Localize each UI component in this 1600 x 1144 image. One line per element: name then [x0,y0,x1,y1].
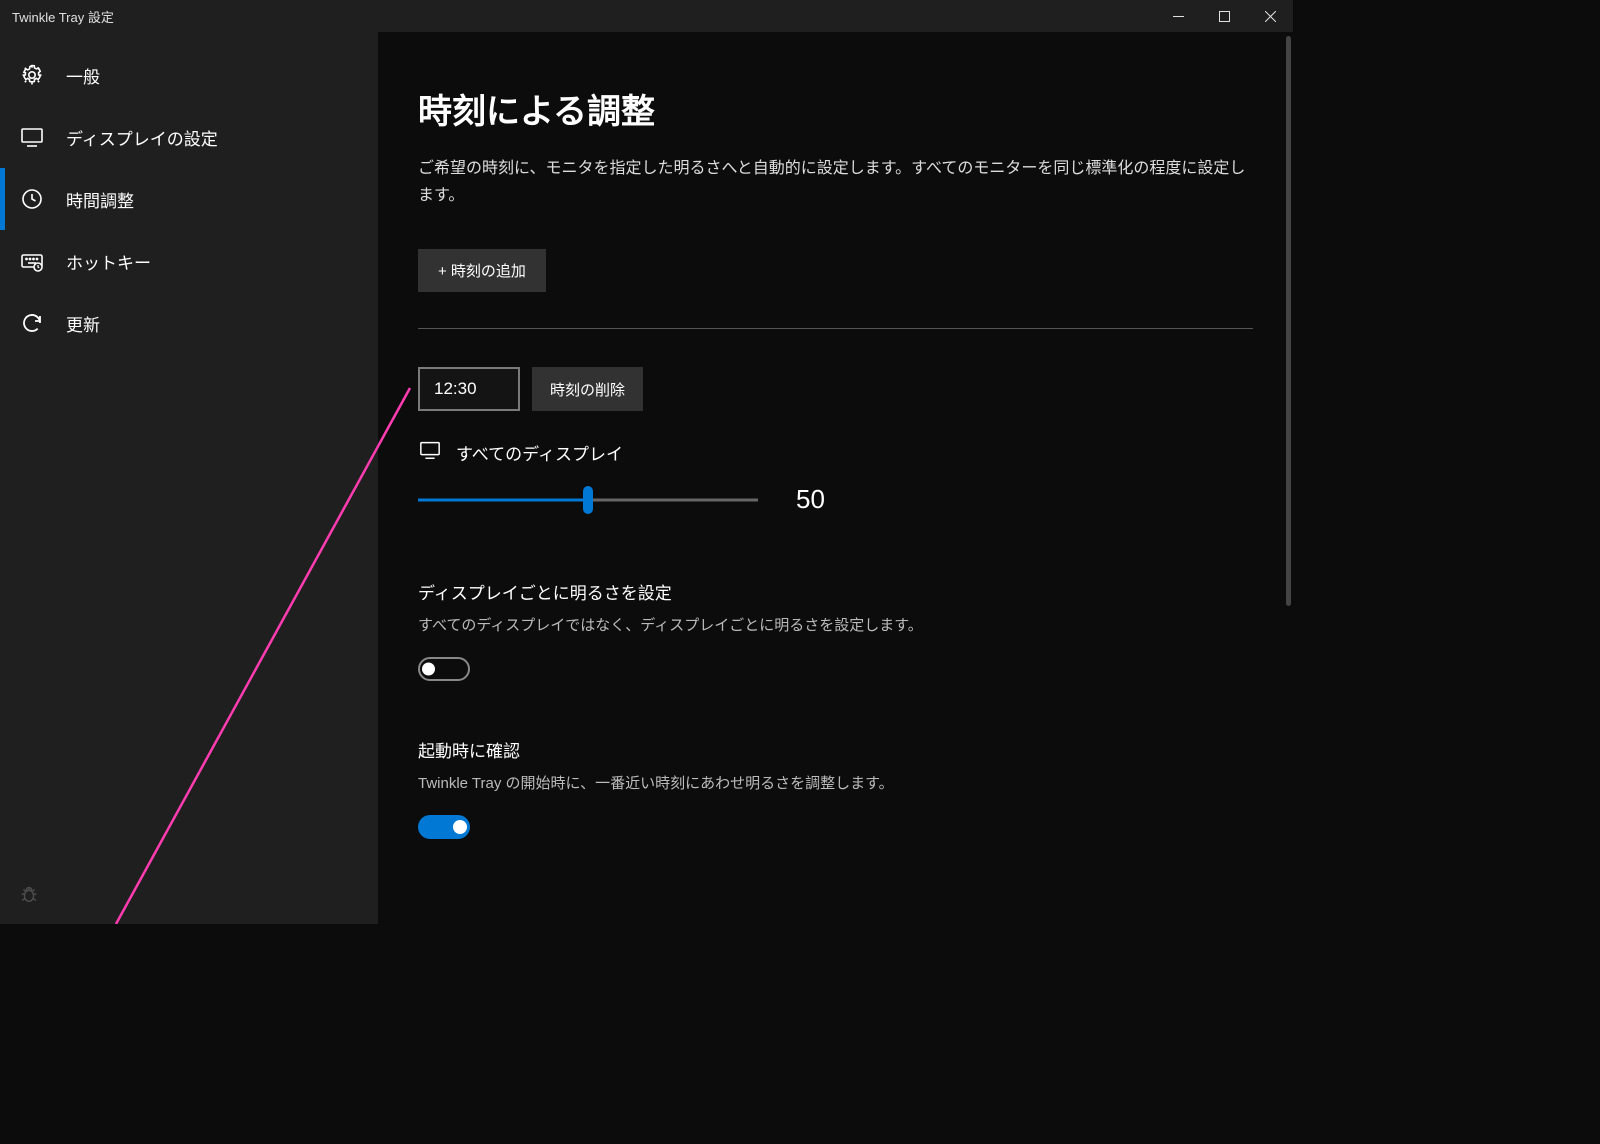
minimize-button[interactable] [1155,0,1201,32]
startup-check-desc: Twinkle Tray の開始時に、一番近い時刻にあわせ明るさを調整します。 [418,772,1253,793]
all-displays-row: すべてのディスプレイ [418,439,1253,466]
page-description: ご希望の時刻に、モニタを指定した明るさへと自動的に設定します。すべてのモニターを… [418,155,1253,209]
all-displays-label: すべてのディスプレイ [456,440,623,465]
per-display-toggle[interactable] [418,657,470,681]
close-button[interactable] [1247,0,1293,32]
brightness-slider[interactable] [418,488,758,512]
remove-time-button[interactable]: 時刻の削除 [532,367,643,411]
sidebar-item-time[interactable]: 時間調整 [0,168,378,230]
time-input[interactable] [418,367,520,411]
startup-check-setting: 起動時に確認 Twinkle Tray の開始時に、一番近い時刻にあわせ明るさを… [418,737,1253,839]
monitor-icon [20,125,44,149]
clock-icon [20,187,44,211]
sidebar-item-update[interactable]: 更新 [0,292,378,354]
maximize-button[interactable] [1201,0,1247,32]
per-display-title: ディスプレイごとに明るさを設定 [418,579,1253,604]
keyboard-icon [20,249,44,273]
per-display-setting: ディスプレイごとに明るさを設定 すべてのディスプレイではなく、ディスプレイごとに… [418,579,1253,681]
per-display-desc: すべてのディスプレイではなく、ディスプレイごとに明るさを設定します。 [418,614,1253,635]
page-title: 時刻による調整 [418,84,1253,133]
sidebar-item-label: ホットキー [66,249,151,274]
sidebar-item-label: 更新 [66,311,100,336]
brightness-slider-row: 50 [418,484,1253,515]
titlebar: Twinkle Tray 設定 [0,0,1293,32]
brightness-value: 50 [796,484,825,515]
sidebar-item-display[interactable]: ディスプレイの設定 [0,106,378,168]
sidebar-item-label: 一般 [66,63,100,88]
sidebar-item-label: ディスプレイの設定 [66,125,218,150]
startup-check-title: 起動時に確認 [418,737,1253,762]
sidebar: 一般 ディスプレイの設定 時間調整 [0,32,378,924]
scrollbar[interactable] [1286,36,1291,606]
startup-check-toggle[interactable] [418,815,470,839]
bug-icon[interactable] [18,892,40,909]
window-title: Twinkle Tray 設定 [12,7,114,26]
monitor-icon [418,439,442,466]
time-entry-row: 時刻の削除 [418,367,1253,411]
divider [418,328,1253,329]
sidebar-item-hotkey[interactable]: ホットキー [0,230,378,292]
sidebar-bottom [0,871,378,924]
refresh-icon [20,311,44,335]
sidebar-item-general[interactable]: 一般 [0,44,378,106]
sidebar-item-label: 時間調整 [66,187,134,212]
main-content: 時刻による調整 ご希望の時刻に、モニタを指定した明るさへと自動的に設定します。す… [378,32,1293,924]
add-time-button[interactable]: + 時刻の追加 [418,249,546,292]
titlebar-controls [1155,0,1293,32]
gear-icon [20,63,44,87]
